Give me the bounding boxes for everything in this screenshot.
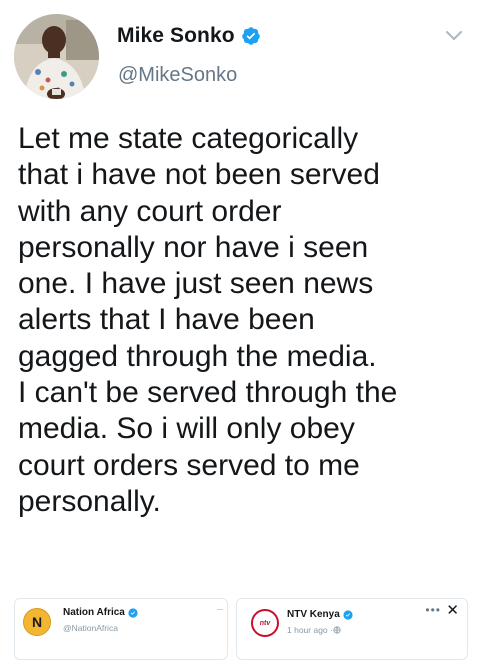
author-handle[interactable]: @MikeSonko [118, 64, 237, 87]
tweet-text-line: personally nor have i seen [18, 230, 369, 264]
avatar-photo [14, 14, 99, 99]
verified-badge-icon [241, 27, 260, 45]
tweet-text-line: that i have not been served [18, 158, 380, 192]
tweet-text-line: Let me state categorically [18, 122, 359, 155]
card-divider [217, 609, 223, 610]
ntv-kenya-name[interactable]: NTV Kenya [287, 609, 340, 620]
tweet-text-line: gagged through the media. [18, 339, 377, 373]
more-options-icon[interactable]: ••• [425, 603, 441, 617]
ntv-kenya-name-row[interactable]: NTV Kenya [287, 609, 353, 620]
embedded-tweets: N Nation Africa @NationAfrica ntv NTV Ke… [14, 598, 468, 660]
close-icon[interactable]: ✕ [446, 601, 459, 619]
author-name[interactable]: Mike Sonko [117, 24, 235, 48]
verified-badge-icon [128, 607, 138, 618]
nation-africa-card[interactable]: N Nation Africa @NationAfrica [14, 598, 228, 660]
tweet-text: Let me state categorically that i have n… [18, 121, 468, 520]
nation-africa-name-row[interactable]: Nation Africa [63, 607, 138, 618]
ntv-logo-text: ntv [259, 619, 271, 627]
avatar[interactable] [14, 14, 99, 99]
tweet-text-line: personally. [18, 484, 161, 518]
globe-icon [333, 626, 341, 634]
author-name-row[interactable]: Mike Sonko [117, 24, 261, 48]
ntv-kenya-timestamp: 1 hour ago · [287, 625, 333, 635]
tweet-text-line: I can't be served through the [18, 376, 398, 410]
tweet-text-line: one. I have just seen news [18, 267, 374, 301]
verified-badge-icon [343, 609, 353, 620]
tweet-text-line: alerts that I have been [18, 303, 315, 337]
tweet-text-line: media. So i will only obey [18, 412, 355, 446]
chevron-down-icon[interactable] [444, 28, 464, 42]
ntv-kenya-meta-row: 1 hour ago · [287, 625, 341, 635]
nation-logo-letter: N [31, 614, 43, 630]
nation-africa-logo: N [23, 608, 51, 636]
nation-africa-name[interactable]: Nation Africa [63, 607, 125, 618]
ntv-kenya-logo: ntv [251, 609, 279, 637]
tweet-text-line: court orders served to me [18, 448, 360, 482]
ntv-kenya-card[interactable]: ntv NTV Kenya 1 hour ago · ••• ✕ [236, 598, 468, 660]
nation-africa-handle: @NationAfrica [63, 623, 118, 633]
tweet-text-line: with any court order [18, 194, 282, 228]
